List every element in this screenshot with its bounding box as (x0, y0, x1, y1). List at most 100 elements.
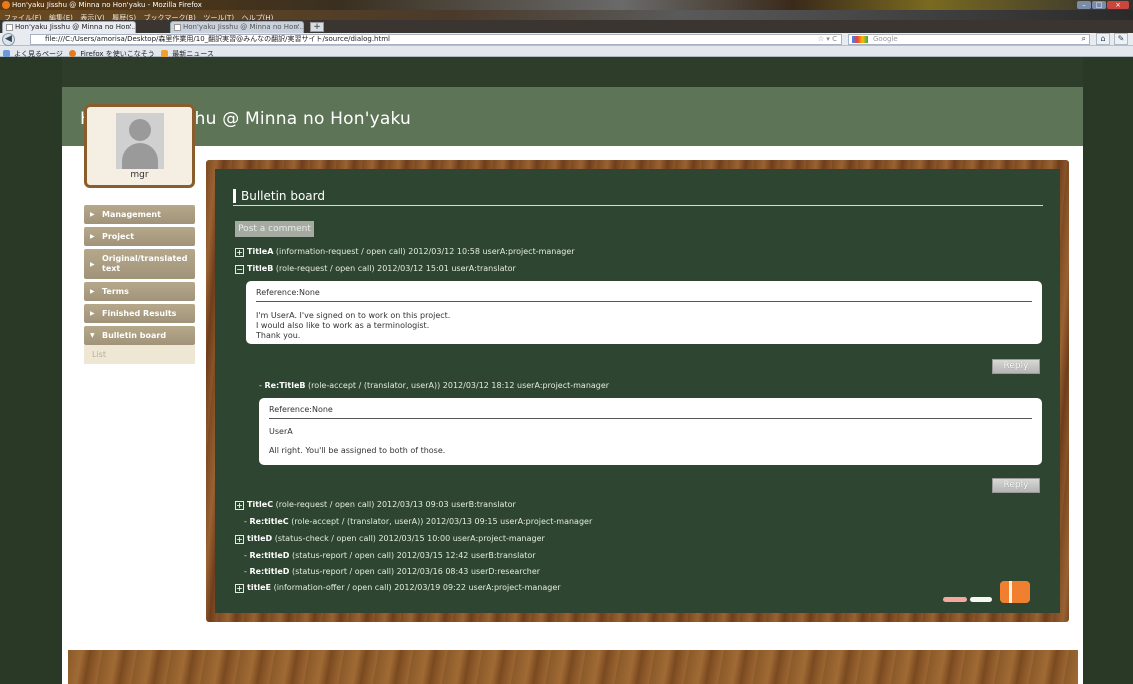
close-tab-icon[interactable]: × (126, 22, 132, 33)
thread-meta: (information-offer / open call) 2012/03/… (271, 583, 561, 592)
page-icon (174, 24, 181, 31)
thread-title[interactable]: TitleA (247, 247, 273, 256)
sidebar-item-label: Bulletin board (102, 331, 167, 340)
right-margin (1083, 57, 1133, 684)
sidebar-item-management[interactable]: ▶ Management (84, 205, 195, 224)
sidebar-item-label: Original/translated text (102, 254, 188, 273)
sidebar-item-project[interactable]: ▶ Project (84, 227, 195, 246)
post-comment-button[interactable]: Post a comment (235, 221, 314, 237)
message-body: I'm UserA. I've signed on to work on thi… (256, 311, 451, 340)
caret-down-icon: ▼ (90, 332, 95, 339)
google-icon (852, 36, 868, 43)
reply-row[interactable]: - Re:titleC (role-accept / (translator, … (244, 517, 592, 527)
expand-icon[interactable]: + (235, 248, 244, 257)
window-titlebar: Hon'yaku Jisshu @ Minna no Hon'yaku - Mo… (0, 0, 1133, 10)
thread-row[interactable]: + TitleA (information-request / open call… (235, 247, 575, 257)
caret-right-icon: ▶ (90, 310, 95, 317)
footer-wood (68, 650, 1078, 684)
sidebar-item-label: Finished Results (102, 309, 177, 318)
board-heading: Bulletin board (233, 188, 1043, 206)
reply-row[interactable]: - Re:titleD (status-report / open call) … (244, 567, 540, 577)
sidebar-item-label: Terms (102, 287, 129, 296)
avatar[interactable] (116, 113, 164, 169)
board-heading-text: Bulletin board (241, 189, 325, 203)
thread-meta: (status-report / open call) 2012/03/16 0… (289, 567, 541, 576)
thread-row[interactable]: + titleE (information-offer / open call) … (235, 583, 561, 593)
navigation-bar: ◀ file:///C:/Users/amorisa/Desktop/森里作業用… (0, 33, 1133, 46)
sidebar-item-bulletin-board[interactable]: ▼ Bulletin board (84, 326, 195, 345)
bookmarks-toolbar: よく見るページ Firefox を使いこなそう 最新ニュース (0, 46, 1133, 58)
thread-meta: (role-accept / (translator, userA)) 2012… (288, 517, 593, 526)
minimize-icon[interactable]: – (1077, 1, 1091, 9)
expand-icon[interactable]: + (235, 501, 244, 510)
close-icon[interactable]: × (1107, 1, 1129, 9)
window-title: Hon'yaku Jisshu @ Minna no Hon'yaku - Mo… (12, 1, 202, 9)
reply-row[interactable]: - Re:titleD (status-report / open call) … (244, 551, 536, 561)
message-reference: Reference:None (269, 405, 1032, 419)
message-box: Reference:None I'm UserA. I've signed on… (246, 281, 1042, 344)
firefox-icon (2, 1, 10, 9)
reply-row[interactable]: - Re:TitleB (role-accept / (translator, … (259, 381, 609, 391)
username: mgr (130, 170, 149, 180)
reply-button[interactable]: Reply (992, 478, 1040, 493)
sidebar-item-label: Management (102, 210, 161, 219)
sidebar-item-label: Project (102, 232, 135, 241)
chalk-white (970, 597, 992, 602)
tab-label: Hon'yaku Jisshu @ Minna no Hon'... (183, 23, 304, 31)
search-placeholder: Google (873, 35, 898, 43)
caret-right-icon: ▶ (90, 211, 95, 218)
page-viewport: Hon'yaku Jisshu @ Minna no Hon'yaku mgr … (0, 57, 1133, 684)
left-margin (0, 57, 62, 684)
addon-icon[interactable]: ✎ (1114, 33, 1128, 45)
expand-icon[interactable]: + (235, 584, 244, 593)
search-input[interactable]: Google ⌕ (848, 34, 1090, 45)
folder-icon (3, 50, 10, 57)
home-icon[interactable]: ⌂ (1096, 33, 1110, 45)
firefox-icon (69, 50, 77, 57)
url-bar[interactable]: file:///C:/Users/amorisa/Desktop/森里作業用/1… (30, 34, 842, 45)
sidebar-item-finished-results[interactable]: ▶ Finished Results (84, 304, 195, 323)
caret-right-icon: ▶ (90, 288, 95, 295)
rss-icon (161, 50, 169, 57)
maximize-icon[interactable]: □ (1092, 1, 1106, 9)
thread-title[interactable]: titleE (247, 583, 271, 592)
thread-row[interactable]: − TitleB (role-request / open call) 2012/… (235, 264, 516, 274)
sidebar-subitem-list[interactable]: List (84, 345, 195, 364)
tab-2[interactable]: Hon'yaku Jisshu @ Minna no Hon'... × (170, 21, 304, 33)
profile-card: mgr (84, 104, 195, 188)
bulletin-board: Bulletin board Post a comment + TitleA (i… (215, 169, 1060, 613)
back-button[interactable]: ◀ (2, 33, 15, 46)
thread-title[interactable]: TitleC (247, 500, 273, 509)
sidebar-item-terms[interactable]: ▶ Terms (84, 282, 195, 301)
thread-title[interactable]: titleD (247, 534, 272, 543)
reply-button[interactable]: Reply (992, 359, 1040, 374)
window-controls: – □ × (1077, 1, 1129, 9)
message-body: All right. You'll be assigned to both of… (269, 446, 446, 455)
tab-bar: Hon'yaku Jisshu @ Minna no Hon'... × Hon… (0, 20, 1133, 33)
chalk-pink (943, 597, 967, 602)
tab-1[interactable]: Hon'yaku Jisshu @ Minna no Hon'... × (2, 21, 136, 33)
thread-title[interactable]: Re:titleD (249, 551, 289, 560)
sidebar-item-original-translated-text[interactable]: ▶ Original/translated text (84, 249, 195, 279)
thread-title[interactable]: Re:TitleB (264, 381, 305, 390)
caret-right-icon: ▶ (90, 233, 95, 240)
thread-title[interactable]: Re:titleC (249, 517, 288, 526)
expand-icon[interactable]: + (235, 535, 244, 544)
bookmark-star-icon[interactable]: ☆ ▾ C (818, 35, 837, 44)
thread-meta: (information-request / open call) 2012/0… (273, 247, 575, 256)
close-tab-icon[interactable]: × (294, 22, 300, 33)
sidebar-menu: ▶ Management ▶ Project ▶ Original/transl… (84, 205, 195, 364)
menu-bar: ファイル(F) 編集(E) 表示(V) 履歴(S) ブックマーク(B) ツール(… (0, 10, 1133, 22)
thread-row[interactable]: + titleD (status-check / open call) 2012/… (235, 534, 545, 544)
thread-row[interactable]: + TitleC (role-request / open call) 2012/… (235, 500, 516, 510)
page-icon (6, 24, 13, 31)
message-recipient: UserA (269, 427, 293, 436)
site-header: Hon'yaku Jisshu @ Minna no Hon'yaku (62, 87, 1083, 146)
collapse-icon[interactable]: − (235, 265, 244, 274)
message-box: Reference:None UserA All right. You'll b… (259, 398, 1042, 465)
search-icon[interactable]: ⌕ (1082, 34, 1086, 43)
thread-title[interactable]: TitleB (247, 264, 273, 273)
new-tab-button[interactable]: + (310, 22, 324, 32)
message-reference: Reference:None (256, 288, 1032, 302)
thread-title[interactable]: Re:titleD (249, 567, 289, 576)
